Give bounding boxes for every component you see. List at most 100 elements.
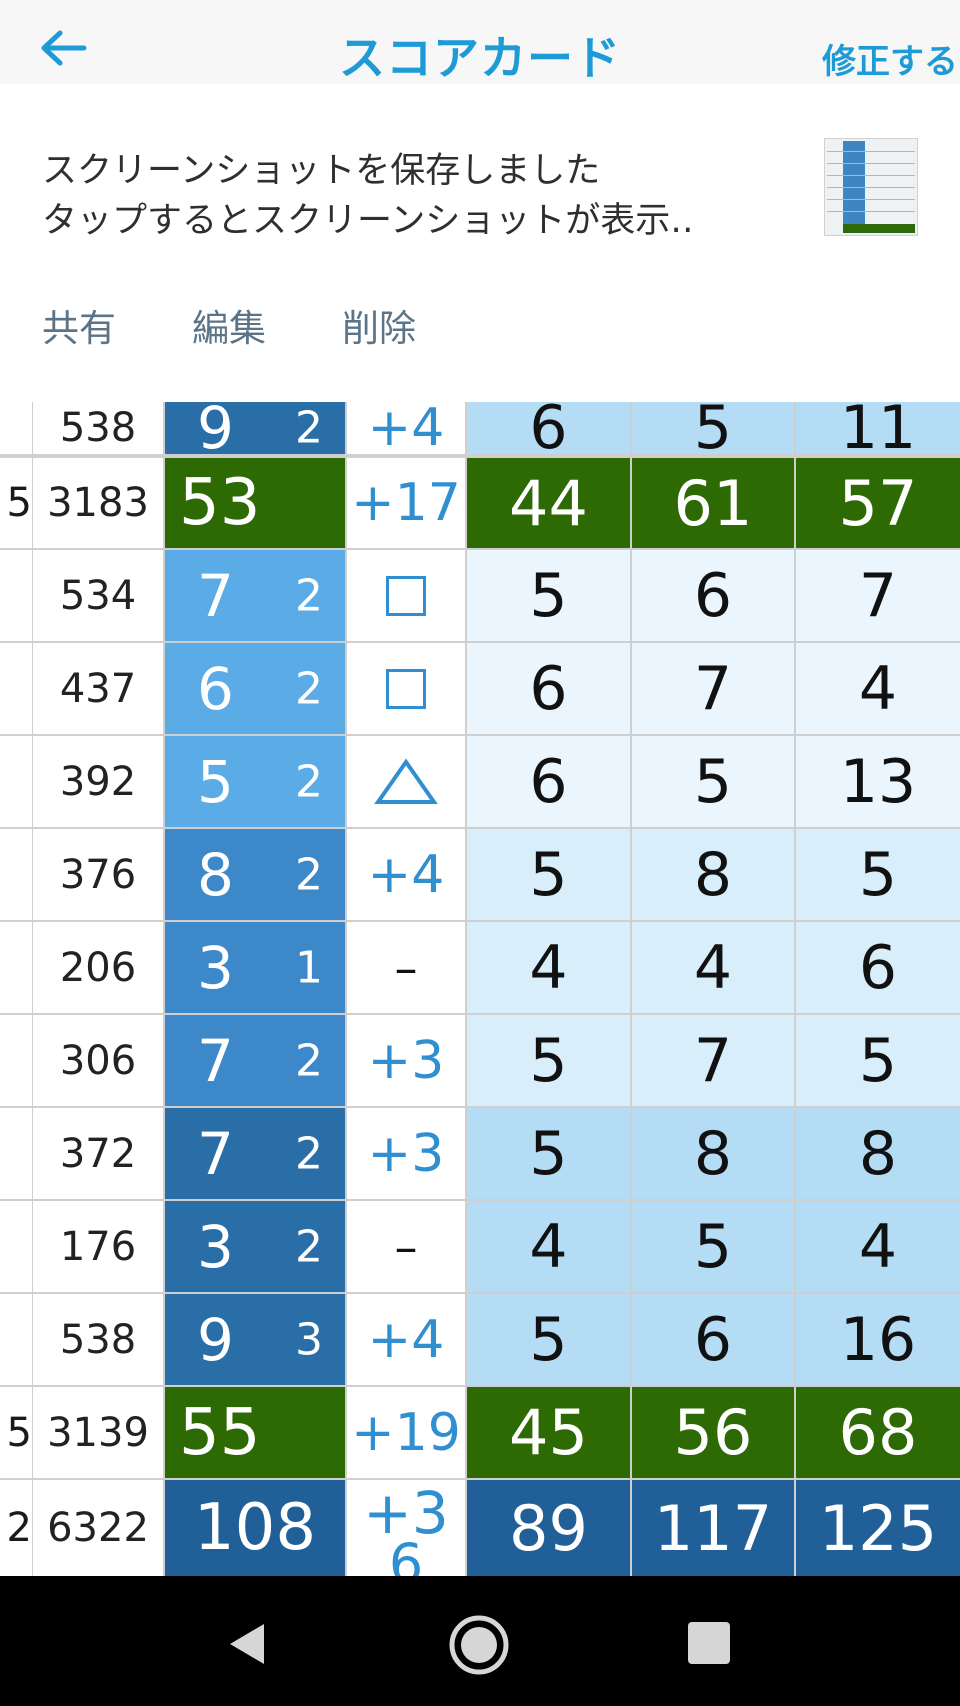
nav-back-icon[interactable]: [224, 1620, 268, 1668]
hole-row[interactable]: 306 7 2 +3 5 7 5: [0, 1015, 960, 1106]
score-cell: 32: [165, 1201, 345, 1292]
screenshot-notification[interactable]: スクリーンショットを保存しました タップするとスクリーンショットが表示‥ 共有 …: [0, 84, 960, 402]
diff-cell: [347, 643, 465, 734]
putts-value: 2: [295, 402, 323, 454]
strokes-value: 6: [197, 654, 234, 723]
player-1-score-cell: 45: [467, 1387, 630, 1478]
row-index-cell: [0, 922, 32, 1013]
edit-button[interactable]: 修正する: [822, 34, 958, 83]
hole-row[interactable]: 538 9 3 +4 5 6 16: [0, 1294, 960, 1385]
player-2-score-cell: 8: [632, 1108, 794, 1199]
square-icon: [386, 575, 426, 616]
putts-value: 2: [295, 756, 323, 807]
score-cell: 72: [165, 1015, 345, 1106]
diff-cell: +3 6: [347, 1480, 465, 1576]
diff-value: +4: [367, 402, 445, 454]
strokes-value: 7: [197, 1026, 234, 1095]
diff-cell: +17: [347, 458, 465, 548]
hole-row[interactable]: 376 8 2 +4 5 8 5: [0, 829, 960, 920]
diff-cell: [347, 736, 465, 827]
app-header: スコアカード 修正する: [0, 0, 960, 85]
edit-screenshot-button[interactable]: 編集: [192, 298, 266, 352]
diff-cell: +4: [347, 402, 465, 454]
diff-cell: –: [347, 922, 465, 1013]
diff-value: –: [394, 940, 418, 995]
score-cell: 72: [165, 1108, 345, 1199]
row-index-cell: [0, 829, 32, 920]
player-1-score-cell: 4: [467, 922, 630, 1013]
player-2-score-cell: 7: [632, 643, 794, 734]
score-cell: 82: [165, 829, 345, 920]
nav-recents-icon[interactable]: [688, 1622, 730, 1664]
hole-row[interactable]: 176 3 2–4 5 4: [0, 1201, 960, 1292]
player-1-score-cell: 5: [467, 1015, 630, 1106]
triangle-icon: [374, 758, 438, 804]
hole-row[interactable]: 206 3 1–4 4 6: [0, 922, 960, 1013]
putts-value: 2: [295, 1128, 323, 1179]
row-index-cell: 5: [0, 458, 32, 548]
player-2-score-cell: 5: [632, 736, 794, 827]
putts-value: 2: [295, 1035, 323, 1086]
hole-row[interactable]: 372 7 2 +3 5 8 8: [0, 1108, 960, 1199]
subtotal-row[interactable]: 5 3139 55 +19 45 56 68: [0, 1387, 960, 1478]
diff-cell: +3: [347, 1015, 465, 1106]
screenshot-thumbnail[interactable]: [824, 138, 918, 236]
yardage-cell: 3183: [33, 458, 163, 548]
nav-home-icon[interactable]: [448, 1614, 510, 1676]
player-3-score-cell: 11: [796, 402, 960, 454]
diff-value: +3: [367, 1030, 445, 1091]
row-index-cell: [0, 550, 32, 641]
strokes-value: 7: [197, 561, 234, 630]
strokes-total: 108: [193, 1491, 317, 1565]
player-2-score-cell: 5: [632, 402, 794, 454]
player-3-score-cell: 6: [796, 922, 960, 1013]
score-cell: 62: [165, 643, 345, 734]
score-cell: 55: [165, 1387, 345, 1478]
diff-value: –: [394, 1219, 418, 1274]
subtotal-row[interactable]: 5 3183 53 +17 44 61 57: [0, 458, 960, 548]
player-1-score-cell: 5: [467, 1294, 630, 1385]
player-1-score-cell: 6: [467, 402, 630, 454]
diff-value: +3: [367, 1123, 445, 1184]
player-3-score-cell: 4: [796, 1201, 960, 1292]
putts-value: 2: [295, 663, 323, 714]
score-cell: 92: [165, 402, 345, 454]
score-cell: 53: [165, 458, 345, 548]
player-2-score-cell: 7: [632, 1015, 794, 1106]
notification-line-1: スクリーンショットを保存しました: [42, 151, 601, 191]
share-button[interactable]: 共有: [42, 298, 116, 352]
total-row[interactable]: 2 6322 108 +3 6 89 117 125: [0, 1480, 960, 1576]
player-2-score-cell: 56: [632, 1387, 794, 1478]
player-3-score-cell: 5: [796, 829, 960, 920]
strokes-value: 3: [197, 1212, 234, 1281]
yardage-cell: 306: [33, 1015, 163, 1106]
scorecard-table[interactable]: 538 9 2 +4 6 5 11 5 3183 53 +17 44 61 57 534 7 2 5 6 7 437 6 2…: [0, 402, 960, 1576]
score-cell: 31: [165, 922, 345, 1013]
putts-value: 2: [295, 570, 323, 621]
delete-button[interactable]: 削除: [342, 298, 416, 352]
strokes-total: 53: [179, 466, 261, 540]
hole-row[interactable]: 392 5 2 6 5 13: [0, 736, 960, 827]
notification-line-2: タップするとスクリーンショットが表示‥: [42, 201, 694, 241]
player-1-score-cell: 4: [467, 1201, 630, 1292]
score-cell: 52: [165, 736, 345, 827]
row-index-cell: 5: [0, 1387, 32, 1478]
player-2-score-cell: 4: [632, 922, 794, 1013]
yardage-cell: 376: [33, 829, 163, 920]
row-index-cell: [0, 1201, 32, 1292]
player-3-score-cell: 68: [796, 1387, 960, 1478]
yardage-cell: 372: [33, 1108, 163, 1199]
putts-value: 2: [295, 849, 323, 900]
hole-row[interactable]: 437 6 2 6 7 4: [0, 643, 960, 734]
page-title: スコアカード: [339, 31, 621, 85]
strokes-value: 8: [197, 840, 234, 909]
yardage-cell: 6322: [33, 1480, 163, 1576]
putts-value: 1: [295, 942, 323, 993]
square-icon: [386, 668, 426, 709]
hole-row[interactable]: 538 9 2 +4 6 5 11: [0, 402, 960, 454]
player-1-score-cell: 5: [467, 1108, 630, 1199]
hole-row[interactable]: 534 7 2 5 6 7: [0, 550, 960, 641]
strokes-total: 55: [179, 1395, 261, 1470]
row-index-cell: [0, 402, 32, 454]
row-index-cell: 2: [0, 1480, 32, 1576]
